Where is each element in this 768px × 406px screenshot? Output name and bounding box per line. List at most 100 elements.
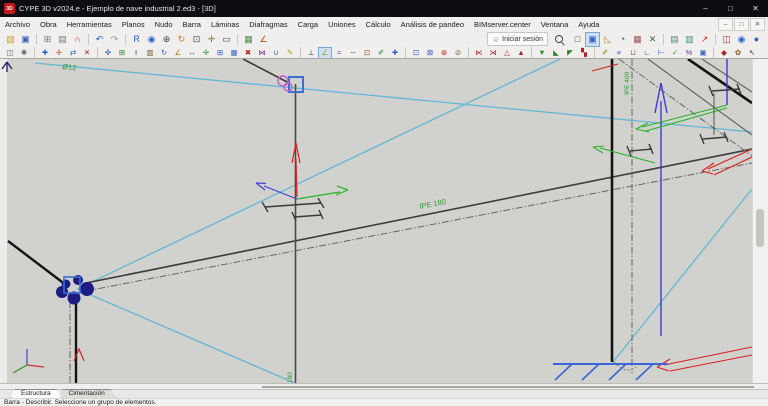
- node-delete-icon[interactable]: ✕: [80, 47, 94, 59]
- open-project-icon[interactable]: ▨: [3, 32, 18, 47]
- login-button[interactable]: ☺ Iniciar sesión: [486, 32, 548, 46]
- menu-barra[interactable]: Barra: [178, 17, 206, 31]
- redo-icon[interactable]: ↷: [107, 32, 122, 47]
- check-bar-icon[interactable]: ✓: [668, 47, 682, 59]
- bar-move-icon[interactable]: ✜: [101, 47, 115, 59]
- view-table-icon[interactable]: ▦: [630, 32, 645, 47]
- weld-icon[interactable]: ▲: [514, 47, 528, 59]
- profile-copy-icon[interactable]: ≈: [332, 47, 346, 59]
- undo-icon[interactable]: ↶: [92, 32, 107, 47]
- model-viewport[interactable]: Ø12 IPE 180 180 IPE 400: [0, 57, 768, 385]
- horizontal-scrollbar-thumb[interactable]: [262, 386, 754, 388]
- menu-nudo[interactable]: Nudo: [150, 17, 178, 31]
- menu-carga[interactable]: Carga: [293, 17, 323, 31]
- menu-c-lculo[interactable]: Cálculo: [361, 17, 396, 31]
- pan-icon[interactable]: ✛: [204, 32, 219, 47]
- flange-left-icon[interactable]: ⋉: [472, 47, 486, 59]
- mdi-close-button[interactable]: ✕: [750, 17, 765, 31]
- web-cype-icon[interactable]: ●: [749, 32, 764, 47]
- bar-copy-icon[interactable]: ⊞: [115, 47, 129, 59]
- axis-dashed-icon[interactable]: ┄: [346, 47, 360, 59]
- load-folder-icon[interactable]: ⊔: [626, 47, 640, 59]
- menu-obra[interactable]: Obra: [35, 17, 62, 31]
- usage-percent-icon[interactable]: %: [682, 47, 696, 59]
- window-3d-icon[interactable]: ◫: [3, 47, 17, 59]
- maximize-button[interactable]: □: [718, 0, 743, 17]
- dim-angle-icon[interactable]: ∟: [640, 47, 654, 59]
- vertical-scrollbar-thumb[interactable]: [756, 209, 764, 247]
- load-list-icon[interactable]: ≡: [612, 47, 626, 59]
- menu-bimserver-center[interactable]: BIMserver.center: [469, 17, 536, 31]
- bar-material-icon[interactable]: ▥: [143, 47, 157, 59]
- bar-grid-icon[interactable]: ⊞: [213, 47, 227, 59]
- send-back-icon[interactable]: ↖: [745, 47, 759, 59]
- menu-ventana[interactable]: Ventana: [536, 17, 574, 31]
- bar-edit-icon[interactable]: ✎: [283, 47, 297, 59]
- mdi-minimize-button[interactable]: –: [718, 17, 733, 31]
- view-frame-icon[interactable]: □: [570, 32, 585, 47]
- axis-local-icon[interactable]: ⊥: [304, 47, 318, 59]
- mdi-restore-button[interactable]: □: [734, 17, 749, 31]
- view-clock-icon[interactable]: ◔: [615, 32, 630, 47]
- zoom-window-icon[interactable]: ⊡: [189, 32, 204, 47]
- zoom-in-icon[interactable]: ⊕: [159, 32, 174, 47]
- bar-describe-icon[interactable]: I: [129, 47, 143, 59]
- node-new-icon[interactable]: ✚: [38, 47, 52, 59]
- bar-table-icon[interactable]: ▦: [227, 47, 241, 59]
- print-report-icon[interactable]: ▤: [667, 32, 682, 47]
- close-button[interactable]: ✕: [743, 0, 768, 17]
- flange-right-icon[interactable]: ⋊: [486, 47, 500, 59]
- tie-pattern-icon[interactable]: ▚: [577, 47, 591, 59]
- stiffener-icon[interactable]: △: [500, 47, 514, 59]
- node-move-icon[interactable]: ✛: [52, 47, 66, 59]
- select-crossing-icon[interactable]: ⊠: [423, 47, 437, 59]
- refresh-view-icon[interactable]: ↻: [174, 32, 189, 47]
- print-plans-icon[interactable]: ▥: [682, 32, 697, 47]
- column-center[interactable]: [242, 58, 297, 384]
- dim-line-icon[interactable]: ⊢: [654, 47, 668, 59]
- view-tools-icon[interactable]: ✕: [645, 32, 660, 47]
- paint-loads-icon[interactable]: ✐: [598, 47, 612, 59]
- tie-down-icon[interactable]: ▼: [535, 47, 549, 59]
- view-options-icon[interactable]: ✱: [17, 47, 31, 59]
- full-screen-icon[interactable]: ▭: [219, 32, 234, 47]
- menu-archivo[interactable]: Archivo: [0, 17, 35, 31]
- menu-planos[interactable]: Planos: [117, 17, 150, 31]
- search-icon[interactable]: [553, 33, 566, 46]
- beam-ipe180[interactable]: [85, 148, 753, 292]
- menu-diafragmas[interactable]: Diafragmas: [244, 17, 292, 31]
- frame-view-icon[interactable]: ▣: [696, 47, 710, 59]
- web-help-icon[interactable]: ◉: [734, 32, 749, 47]
- bar-split-icon[interactable]: ⋈: [255, 47, 269, 59]
- bar-length-icon[interactable]: ↔: [185, 47, 199, 59]
- bar-rotate-icon[interactable]: ↻: [157, 47, 171, 59]
- menu-l-minas[interactable]: Láminas: [206, 17, 244, 31]
- menu-uniones[interactable]: Uniones: [323, 17, 361, 31]
- redraw-icon[interactable]: R: [129, 32, 144, 47]
- print-preview-icon[interactable]: ⊞: [40, 32, 55, 47]
- save-icon[interactable]: ▣: [18, 32, 33, 47]
- support-symbol[interactable]: [553, 363, 668, 381]
- menu-an-lisis-de-pandeo[interactable]: Análisis de pandeo: [396, 17, 469, 31]
- view-ruler-icon[interactable]: ◺: [600, 32, 615, 47]
- menu-herramientas[interactable]: Herramientas: [62, 17, 117, 31]
- material-paint-icon[interactable]: ✐: [374, 47, 388, 59]
- tie-corner1-icon[interactable]: ◣: [549, 47, 563, 59]
- profile-edit-icon[interactable]: ∠: [318, 46, 332, 59]
- bim-building-icon[interactable]: ◫: [719, 32, 734, 47]
- measure-angle-icon[interactable]: ∠: [256, 32, 271, 47]
- section-view-icon[interactable]: ⊡: [360, 47, 374, 59]
- bar-delete-icon[interactable]: ✖: [241, 47, 255, 59]
- bar-grow-icon[interactable]: ✚: [388, 47, 402, 59]
- node-link-icon[interactable]: ⇄: [66, 47, 80, 59]
- tie-corner2-icon[interactable]: ◤: [563, 47, 577, 59]
- group-elements-icon[interactable]: ⊛: [437, 47, 451, 59]
- bar-angle-icon[interactable]: ∠: [171, 47, 185, 59]
- export-icon[interactable]: ↗: [697, 32, 712, 47]
- vertical-scrollbar[interactable]: [752, 59, 768, 384]
- export-dwg-icon[interactable]: ⊘: [451, 47, 465, 59]
- bar-join-icon[interactable]: ∪: [269, 47, 283, 59]
- select-window-icon[interactable]: ⊡: [409, 47, 423, 59]
- report-memo-icon[interactable]: ◆: [717, 47, 731, 59]
- menu-ayuda[interactable]: Ayuda: [573, 17, 604, 31]
